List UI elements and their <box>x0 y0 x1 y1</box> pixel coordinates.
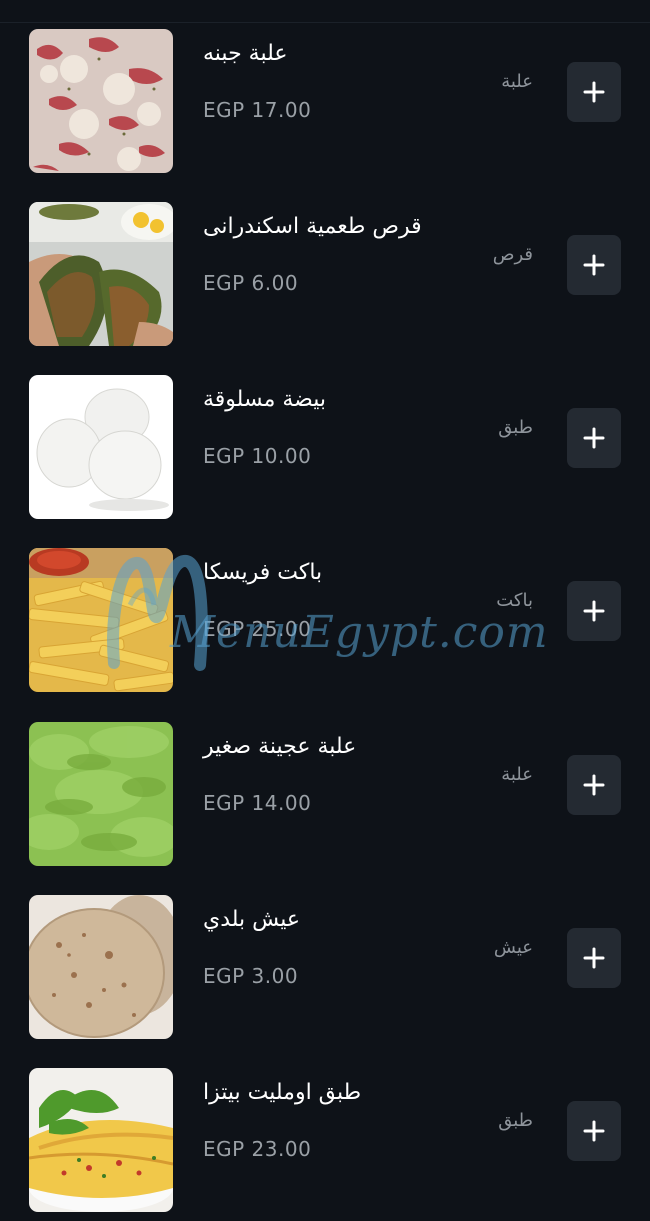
item-name: قرص طعمية اسكندرانى <box>203 214 422 239</box>
add-to-cart-button[interactable] <box>567 581 621 641</box>
item-name: علبة عجينة صغير <box>203 734 357 759</box>
item-text: طبق اومليت بيتزا طبق EGP 23.00 <box>203 1078 533 1164</box>
item-text: علبة عجينة صغير علبة EGP 14.00 <box>203 732 533 818</box>
item-unit: علبة <box>501 71 533 92</box>
item-name: باكت فريسكا <box>203 560 323 585</box>
item-image[interactable] <box>29 722 173 866</box>
menu-item[interactable]: قرص طعمية اسكندرانى قرص EGP 6.00 <box>0 202 650 352</box>
item-unit: باكت <box>496 590 533 611</box>
menu-item[interactable]: علبة جبنه علبة EGP 17.00 <box>0 29 650 179</box>
add-to-cart-button[interactable] <box>567 1101 621 1161</box>
menu-item[interactable]: علبة عجينة صغير علبة EGP 14.00 <box>0 722 650 872</box>
omelette-image <box>29 1068 173 1212</box>
falafel-image <box>29 202 173 346</box>
item-unit: طبق <box>498 1110 533 1131</box>
item-image[interactable] <box>29 895 173 1039</box>
add-to-cart-button[interactable] <box>567 408 621 468</box>
item-price: EGP 17.00 <box>203 98 312 122</box>
menu-item[interactable]: طبق اومليت بيتزا طبق EGP 23.00 <box>0 1068 650 1218</box>
cheese-tomato-image <box>29 29 173 173</box>
item-text: بيضة مسلوقة طبق EGP 10.00 <box>203 385 533 471</box>
item-name: عيش بلدي <box>203 907 300 932</box>
item-unit: علبة <box>501 764 533 785</box>
plus-icon <box>583 1120 605 1142</box>
menu-item[interactable]: عيش بلدي عيش EGP 3.00 <box>0 895 650 1045</box>
plus-icon <box>583 81 605 103</box>
item-price: EGP 14.00 <box>203 791 312 815</box>
item-name: طبق اومليت بيتزا <box>203 1080 362 1105</box>
item-unit: طبق <box>498 417 533 438</box>
top-divider <box>0 22 650 23</box>
item-price: EGP 6.00 <box>203 271 299 295</box>
boiled-eggs-image <box>29 375 173 519</box>
fries-image <box>29 548 173 692</box>
add-to-cart-button[interactable] <box>567 235 621 295</box>
item-price: EGP 23.00 <box>203 1137 312 1161</box>
add-to-cart-button[interactable] <box>567 62 621 122</box>
item-price: EGP 10.00 <box>203 444 312 468</box>
plus-icon <box>583 600 605 622</box>
item-text: عيش بلدي عيش EGP 3.00 <box>203 905 533 991</box>
item-text: علبة جبنه علبة EGP 17.00 <box>203 39 533 125</box>
item-text: باكت فريسكا باكت EGP 25.00 <box>203 558 533 644</box>
item-price: EGP 3.00 <box>203 964 299 988</box>
item-image[interactable] <box>29 375 173 519</box>
plus-icon <box>583 947 605 969</box>
item-unit: عيش <box>493 937 533 958</box>
baladi-bread-image <box>29 895 173 1039</box>
item-image[interactable] <box>29 548 173 692</box>
add-to-cart-button[interactable] <box>567 928 621 988</box>
item-name: بيضة مسلوقة <box>203 387 326 412</box>
item-price: EGP 25.00 <box>203 617 312 641</box>
green-dough-image <box>29 722 173 866</box>
item-name: علبة جبنه <box>203 41 288 66</box>
item-unit: قرص <box>492 244 533 265</box>
plus-icon <box>583 427 605 449</box>
item-text: قرص طعمية اسكندرانى قرص EGP 6.00 <box>203 212 533 298</box>
plus-icon <box>583 254 605 276</box>
plus-icon <box>583 774 605 796</box>
menu-item[interactable]: باكت فريسكا باكت EGP 25.00 <box>0 548 650 698</box>
add-to-cart-button[interactable] <box>567 755 621 815</box>
menu-item[interactable]: بيضة مسلوقة طبق EGP 10.00 <box>0 375 650 525</box>
item-image[interactable] <box>29 29 173 173</box>
item-image[interactable] <box>29 1068 173 1212</box>
item-image[interactable] <box>29 202 173 346</box>
